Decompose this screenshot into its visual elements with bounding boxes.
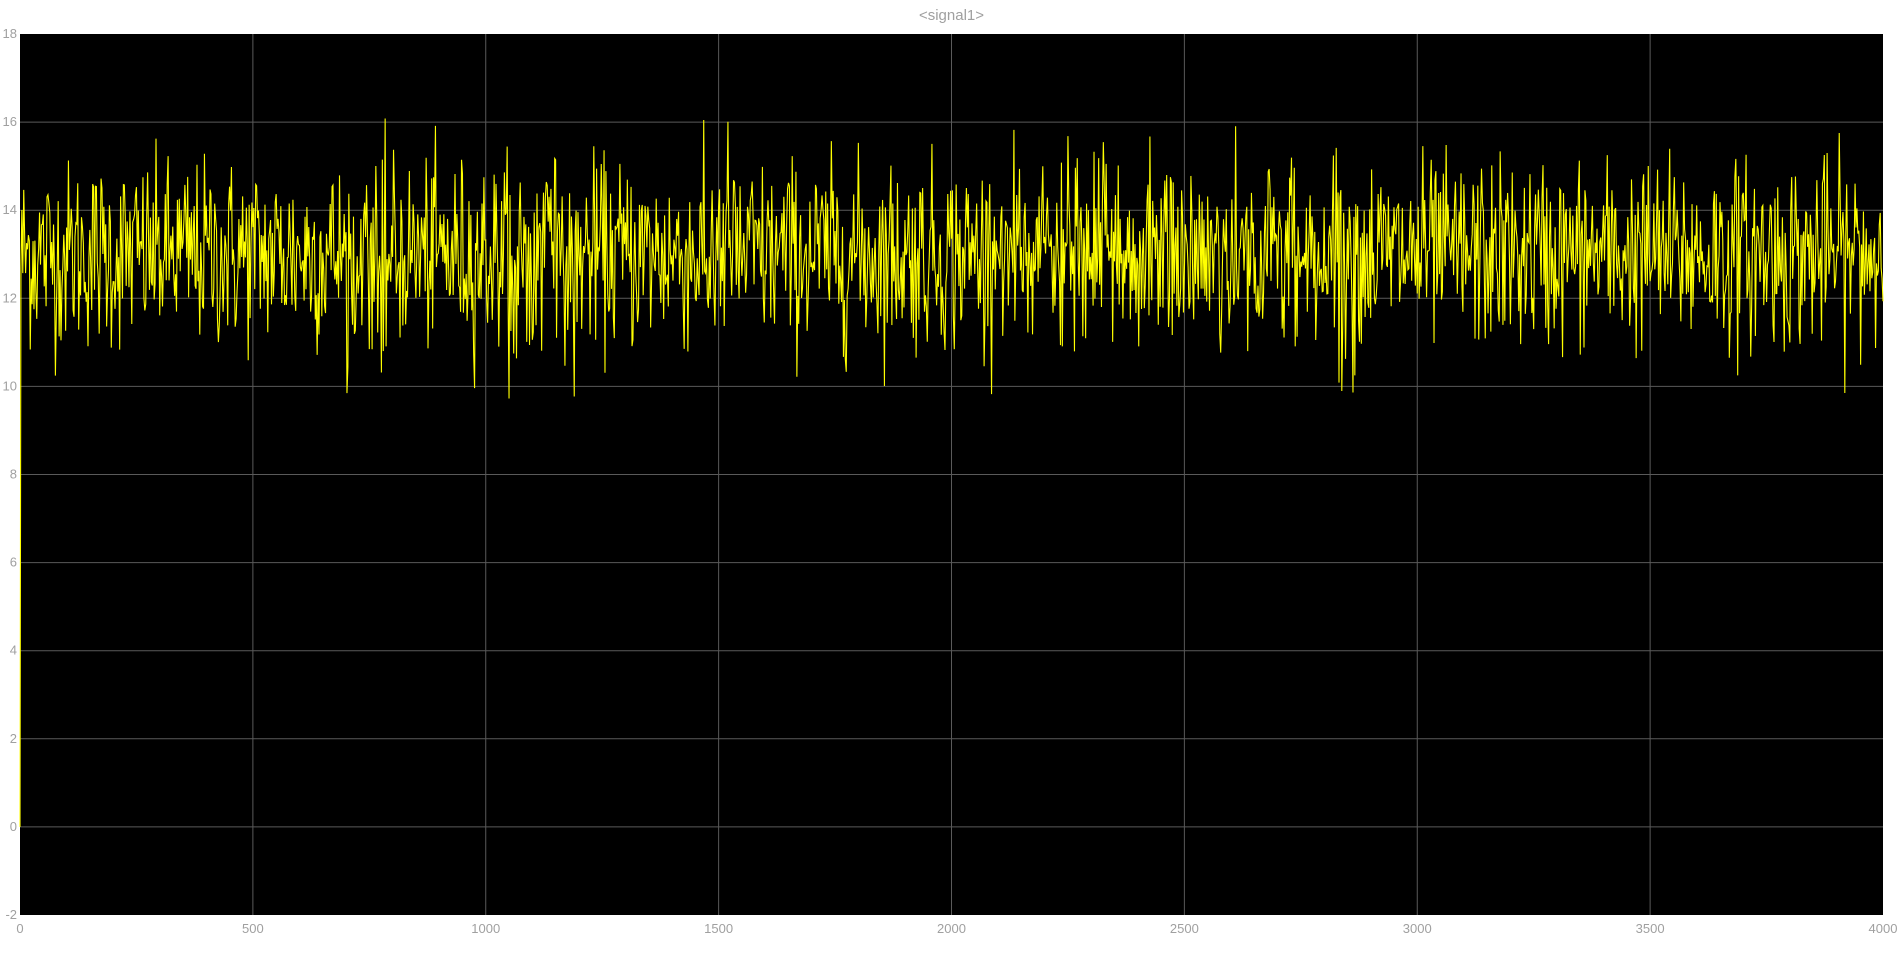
x-tick-label: 2000 xyxy=(937,921,966,936)
x-tick-label: 2500 xyxy=(1170,921,1199,936)
x-axis: 0 500 1000 1500 2000 2500 3000 3500 4000 xyxy=(16,921,1897,936)
y-tick-label: 4 xyxy=(10,643,17,658)
x-tick-label: 4000 xyxy=(1869,921,1898,936)
y-tick-label: 12 xyxy=(3,290,17,305)
y-tick-label: 18 xyxy=(3,26,17,41)
y-tick-label: 2 xyxy=(10,731,17,746)
x-tick-label: 1500 xyxy=(704,921,733,936)
x-tick-label: 1000 xyxy=(471,921,500,936)
y-tick-label: 8 xyxy=(10,467,17,482)
y-tick-label: 0 xyxy=(10,819,17,834)
y-axis: -2 0 2 4 6 8 10 12 14 16 18 xyxy=(3,26,17,922)
y-tick-label: 6 xyxy=(10,555,17,570)
chart-title: <signal1> xyxy=(919,7,984,24)
x-tick-label: 3000 xyxy=(1403,921,1432,936)
y-tick-label: 16 xyxy=(3,114,17,129)
signal-chart[interactable]: 0 500 1000 1500 2000 2500 3000 3500 4000 -202468… xyxy=(0,0,1902,956)
y-tick-label: 14 xyxy=(3,202,17,217)
x-tick-label: 0 xyxy=(16,921,23,936)
scope-window: 0 500 1000 1500 2000 2500 3000 3500 4000 -2 0 2 4 6 8… xyxy=(0,0,1902,956)
x-tick-label: 500 xyxy=(242,921,264,936)
y-tick-label: 10 xyxy=(3,378,17,393)
x-tick-label: 3500 xyxy=(1636,921,1665,936)
y-tick-label: -2 xyxy=(5,907,17,922)
